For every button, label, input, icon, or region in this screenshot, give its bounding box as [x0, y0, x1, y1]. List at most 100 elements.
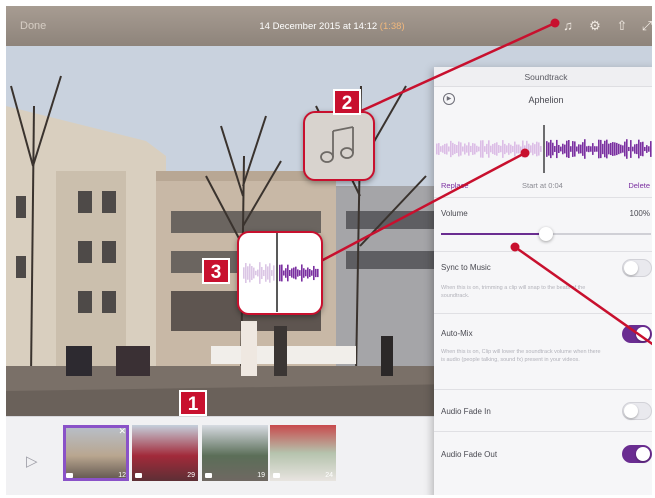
waveform-bar: [261, 266, 263, 280]
music-note-icon[interactable]: ♫: [561, 19, 575, 33]
clip-duration: 19: [257, 472, 265, 479]
audio-fade-in-toggle[interactable]: [622, 402, 652, 420]
volume-slider-knob[interactable]: [539, 227, 553, 241]
waveform-bar: [444, 143, 446, 155]
waveform-bar: [297, 269, 299, 277]
waveform-bar: [558, 144, 560, 154]
delete-link[interactable]: Delete: [628, 181, 650, 190]
expand-icon[interactable]: ⤢: [640, 19, 652, 33]
waveform-bar: [468, 142, 470, 156]
waveform-bar: [287, 264, 289, 282]
waveform-bar: [257, 269, 259, 277]
waveform-bar: [590, 146, 592, 152]
waveform-bar: [440, 146, 442, 152]
waveform-bar: [638, 139, 640, 159]
waveform-bar: [562, 143, 564, 155]
waveform-bar: [646, 145, 648, 153]
waveform-bar: [488, 140, 490, 158]
waveform-bar: [650, 141, 652, 157]
music-note-icon: [320, 126, 354, 163]
waveform-bar: [251, 266, 253, 280]
waveform-bar: [626, 139, 628, 159]
waveform-bar: [532, 142, 534, 156]
top-bar: Done 14 December 2015 at 14:12 (1:38) ♫ …: [6, 6, 652, 46]
replace-link[interactable]: Replace: [441, 181, 469, 190]
waveform-bar: [474, 143, 476, 155]
waveform-bar: [652, 142, 654, 156]
volume-slider-fill: [441, 233, 546, 235]
waveform-bar: [452, 142, 454, 156]
clip-thumbnail[interactable]: 19: [202, 425, 268, 481]
gear-icon[interactable]: ⚙: [588, 19, 602, 33]
waveform-bar: [522, 140, 524, 158]
waveform-bar: [486, 143, 488, 155]
waveform-bar: [454, 144, 456, 154]
waveform-bar: [640, 142, 642, 156]
waveform-bar: [516, 144, 518, 154]
waveform-bar: [616, 142, 618, 156]
volume-slider[interactable]: [441, 227, 651, 241]
auto-mix-label: Auto-Mix: [441, 329, 473, 338]
waveform-bar: [536, 141, 538, 157]
waveform-bar: [576, 146, 578, 152]
waveform-bar: [514, 141, 516, 157]
waveform-bar: [518, 144, 520, 154]
waveform-bar: [574, 141, 576, 157]
waveform-bar: [448, 146, 450, 152]
waveform-bar: [560, 146, 562, 152]
waveform-bar: [279, 264, 281, 282]
clip-thumbnail[interactable]: 29: [132, 425, 198, 481]
auto-mix-description: When this is on, Clip will lower the sou…: [441, 349, 601, 363]
clip-duration: 29: [187, 472, 195, 479]
waveform-bar: [548, 142, 550, 156]
audio-fade-in-label: Audio Fade In: [441, 407, 491, 416]
auto-mix-toggle[interactable]: [622, 325, 652, 343]
waveform-bar: [484, 146, 486, 152]
waveform-bar: [315, 268, 317, 278]
waveform-bar: [249, 263, 251, 283]
share-icon[interactable]: ⇧: [615, 19, 629, 33]
waveform-bar: [510, 144, 512, 154]
waveform-bar: [592, 143, 594, 155]
waveform-bar: [478, 146, 480, 152]
waveform-bar: [255, 270, 257, 276]
sync-to-music-toggle[interactable]: [622, 259, 652, 277]
callout-badge-1: 1: [179, 390, 207, 416]
waveform-bar: [582, 142, 584, 156]
clip-thumbnail[interactable]: ✕ 12: [63, 425, 129, 481]
waveform-bar: [578, 144, 580, 154]
volume-value: 100%: [629, 209, 650, 218]
waveform-bar: [546, 141, 548, 157]
audio-fade-out-toggle[interactable]: [622, 445, 652, 463]
waveform-bar: [307, 267, 309, 279]
close-icon[interactable]: ✕: [118, 426, 126, 437]
waveform-bar: [540, 146, 542, 152]
waveform-bar: [492, 144, 494, 154]
waveform-bar: [508, 143, 510, 155]
waveform-bar: [630, 140, 632, 158]
project-date: 14 December 2015 at 14:12: [259, 21, 378, 32]
audio-fade-out-label: Audio Fade Out: [441, 450, 498, 459]
waveform-bar: [594, 146, 596, 152]
waveform-bar: [295, 266, 297, 280]
waveform-bar: [267, 266, 269, 280]
waveform-bar: [470, 145, 472, 153]
waveform-bar: [554, 146, 556, 152]
waveform-bar: [622, 145, 624, 153]
waveform-bar: [504, 143, 506, 155]
waveform-bar: [606, 139, 608, 159]
waveform-bar: [598, 139, 600, 159]
waveform-bar: [550, 139, 552, 159]
track-name: Aphelion: [528, 95, 564, 105]
clip-thumbnail[interactable]: 24: [270, 425, 336, 481]
play-icon[interactable]: ▷: [26, 452, 38, 470]
waveform-bar: [446, 143, 448, 155]
waveform-bar: [301, 264, 303, 282]
waveform-bar: [305, 269, 307, 277]
waveform-bar: [289, 270, 291, 276]
waveform-bar: [644, 146, 646, 152]
waveform-bar: [265, 264, 267, 282]
waveform-bar: [450, 140, 452, 158]
waveform-bar: [285, 268, 287, 278]
waveform-bar: [466, 145, 468, 153]
